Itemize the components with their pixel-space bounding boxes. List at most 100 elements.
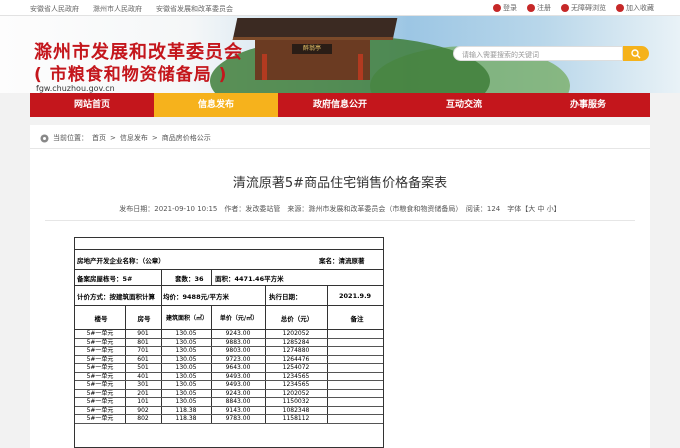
col-remark: 备注 [350, 314, 364, 323]
site-header: 醉翁亭 滁州市发展和改革委员会 ( 市粮食和物资储备局 ) fgw.chuzho… [0, 16, 680, 93]
table-cell: 9243.00 [225, 389, 251, 397]
table-cell: 5#一单元 [86, 364, 114, 371]
date-label: 执行日期： [269, 292, 302, 301]
breadcrumb-home[interactable]: 首页 [92, 133, 106, 143]
article-meta: 发布日期：2021-09-10 10:15 作者：发改委站管 来源：滁州市发展和… [119, 205, 561, 213]
doc-row-developer: 房地产开发企业名称：（公章） 案名：清流原著 [75, 250, 383, 270]
top-actions: 登录 注册 无障碍浏览 加入收藏 [493, 3, 654, 13]
top-link[interactable]: 安徽省人民政府 [30, 4, 79, 14]
area-label: 面积：4471.46平方米 [215, 274, 284, 283]
table-cell: 130.05 [175, 330, 197, 337]
pavilion-column [358, 54, 363, 80]
table-cell: 201 [137, 389, 149, 397]
top-link[interactable]: 安徽省发展和改革委员会 [156, 4, 233, 14]
table-cell: 5#一单元 [86, 389, 114, 397]
col-area: 建筑面积（㎡） [165, 315, 208, 322]
favorite-link[interactable]: 加入收藏 [616, 3, 654, 13]
divider [30, 148, 650, 149]
table-cell: 701 [137, 347, 149, 354]
location-icon [40, 134, 49, 142]
top-bar: 安徽省人民政府 滁州市人民政府 安徽省发展和改革委员会 登录 注册 无障碍浏览 … [0, 0, 680, 16]
table-cell: 1150032 [282, 398, 310, 405]
nav-info-release[interactable]: 信息发布 [154, 93, 278, 117]
search-icon [631, 48, 641, 58]
breadcrumb-info[interactable]: 信息发布 [120, 133, 148, 143]
table-row: 5#一单元 701 130.05 9803.00 1274880 [75, 347, 383, 356]
user-icon [493, 4, 501, 12]
building-label: 备案房屋栋号：5# [77, 274, 133, 283]
table-cell: 5#一单元 [86, 330, 114, 337]
doc-row-building: 备案房屋栋号：5# 套数：36 面积：4471.46平方米 [75, 270, 383, 286]
search-button[interactable] [623, 46, 649, 61]
table-cell: 1285284 [282, 338, 310, 346]
developer-label: 房地产开发企业名称：（公章） [77, 256, 165, 265]
table-cell: 9643.00 [225, 364, 251, 371]
col-total: 总价（元） [280, 314, 314, 323]
top-links: 安徽省人民政府 滁州市人民政府 安徽省发展和改革委员会 [30, 4, 233, 14]
method-label: 计价方式：按建筑面积计算 [77, 292, 155, 301]
breadcrumb-prefix: 当前位置： [53, 134, 88, 142]
accessible-link[interactable]: 无障碍浏览 [561, 3, 606, 13]
register-link[interactable]: 注册 [527, 3, 551, 13]
table-cell: 9143.00 [225, 406, 251, 414]
site-subtitle: ( 市粮食和物资储备局 ) [34, 65, 228, 85]
table-cell: 1158112 [282, 415, 310, 422]
pavilion-roof [232, 18, 398, 40]
top-link[interactable]: 滁州市人民政府 [93, 4, 142, 14]
table-cell: 1234565 [282, 372, 310, 380]
col-building: 楼号 [94, 314, 108, 323]
table-row: 5#一单元 301 130.05 9493.00 1234565 [75, 381, 383, 390]
table-cell: 401 [137, 372, 149, 380]
table-cell: 601 [137, 355, 149, 363]
project-label: 案名：清流原著 [319, 256, 365, 265]
nav-home[interactable]: 网站首页 [30, 93, 154, 117]
table-cell: 1264476 [282, 355, 310, 363]
table-row: 5#一单元 901 130.05 9243.00 1202052 [75, 330, 383, 339]
table-cell: 5#一单元 [86, 381, 114, 388]
doc-row-method: 计价方式：按建筑面积计算 均价：9488元/平方米 执行日期： 2021.9.9 [75, 286, 383, 306]
breadcrumb-current[interactable]: 商品房价格公示 [162, 133, 211, 143]
units-label: 套数：36 [175, 274, 204, 283]
breadcrumb: 当前位置： 首页 > 信息发布 > 商品房价格公示 [40, 133, 211, 143]
nav-gov-info[interactable]: 政府信息公开 [278, 93, 402, 117]
price-table-image: 房地产开发企业名称：（公章） 案名：清流原著 备案房屋栋号：5# 套数：36 面… [74, 237, 384, 448]
login-link[interactable]: 登录 [493, 3, 517, 13]
table-cell: 101 [137, 398, 149, 405]
search-input[interactable]: 请输入需要搜索的关键词 [453, 46, 623, 61]
table-cell: 5#一单元 [86, 338, 114, 346]
table-cell: 5#一单元 [86, 398, 114, 405]
table-cell: 9723.00 [225, 355, 251, 363]
table-cell: 1274880 [282, 347, 310, 354]
table-cell: 1254072 [282, 364, 310, 371]
table-row: 5#一单元 401 130.05 9493.00 1234565 [75, 372, 383, 381]
table-cell: 801 [137, 338, 149, 346]
table-cell: 5#一单元 [86, 415, 114, 422]
table-cell: 301 [137, 381, 149, 388]
nav-services[interactable]: 办事服务 [526, 93, 650, 117]
col-room: 房号 [137, 314, 151, 323]
table-cell: 501 [137, 364, 149, 371]
table-cell: 5#一单元 [86, 347, 114, 354]
table-cell: 9243.00 [225, 330, 251, 337]
table-cell: 901 [137, 330, 149, 337]
table-cell: 5#一单元 [86, 372, 114, 380]
table-cell: 130.05 [175, 338, 197, 346]
date-value: 2021.9.9 [339, 291, 372, 300]
content-panel: 当前位置： 首页 > 信息发布 > 商品房价格公示 清流原著5#商品住宅销售价格… [30, 125, 650, 448]
table-cell: 8843.00 [225, 398, 251, 405]
table-row: 5#一单元 601 130.05 9723.00 1264476 [75, 355, 383, 364]
table-cell: 5#一单元 [86, 406, 114, 414]
table-row: 5#一单元 801 130.05 9883.00 1285284 [75, 338, 383, 347]
main-nav: 网站首页 信息发布 政府信息公开 互动交流 办事服务 [30, 93, 650, 117]
nav-interaction[interactable]: 互动交流 [402, 93, 526, 117]
table-row: 5#一单元 201 130.05 9243.00 1202052 [75, 389, 383, 398]
table-cell: 802 [137, 415, 149, 422]
table-cell: 1202052 [282, 330, 310, 337]
col-unit-price: 单价（元/㎡） [219, 315, 259, 322]
table-cell: 118.38 [175, 406, 197, 414]
table-cell: 1202052 [282, 389, 310, 397]
table-cell: 1082348 [282, 406, 310, 414]
table-row: 5#一单元 101 130.05 8843.00 1150032 [75, 398, 383, 407]
table-cell: 118.38 [175, 415, 197, 422]
site-domain: fgw.chuzhou.gov.cn [36, 84, 115, 93]
